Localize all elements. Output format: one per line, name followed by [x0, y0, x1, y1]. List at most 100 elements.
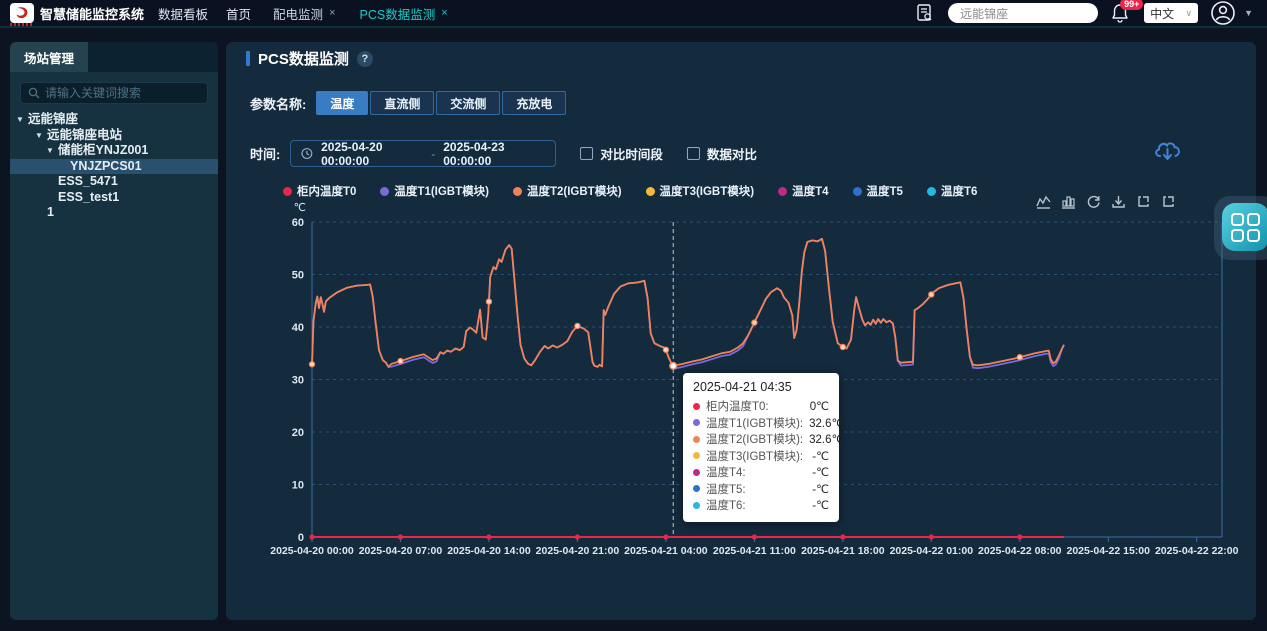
param-tab-交流侧[interactable]: 交流侧	[436, 91, 500, 115]
station-sidebar: 场站管理 ▼远能锦座▼远能锦座电站▼储能柜YNJZ001YNJZPCS01ESS…	[10, 42, 218, 620]
legend-dot	[778, 187, 787, 196]
time-range-input[interactable]: 2025-04-20 00:00:00 - 2025-04-23 00:00:0…	[290, 140, 556, 167]
param-tab-充放电[interactable]: 充放电	[502, 91, 566, 115]
tree-node-远能锦座[interactable]: ▼远能锦座	[10, 112, 218, 128]
nav-menu-item-1[interactable]: 首页	[226, 4, 251, 23]
tree-node-label: 远能锦座电站	[10, 128, 122, 144]
close-icon[interactable]: ×	[441, 7, 447, 19]
series-value: -℃	[812, 482, 829, 496]
tree-node-label: 储能柜YNJZ001	[10, 143, 148, 159]
tree-node-label: ESS_test1	[10, 190, 119, 206]
legend-item-温度T3(IGBT模块)[interactable]: 温度T3(IGBT模块)	[646, 183, 755, 199]
tooltip-row: 温度T3(IGBT模块):-℃	[693, 448, 829, 465]
close-icon[interactable]: ×	[329, 7, 335, 19]
series-value: -℃	[812, 465, 829, 479]
series-value: 32.6℃	[809, 432, 844, 446]
svg-text:0: 0	[298, 532, 304, 544]
checkbox-group: 对比时间段 数据对比	[556, 144, 757, 163]
series-dot	[693, 436, 700, 443]
chart-legend: 柜内温度T0 温度T1(IGBT模块) 温度T2(IGBT模块) 温度T3(IGBT模…	[283, 183, 977, 199]
legend-item-温度T5[interactable]: 温度T5	[853, 183, 903, 199]
nav-tabs: 配电监测× PCS数据监测 ×	[273, 4, 448, 23]
tab-station-management[interactable]: 场站管理	[10, 42, 88, 72]
sidebar-search-input[interactable]	[45, 86, 200, 100]
series-value: 0℃	[810, 399, 829, 413]
tree-expand-icon[interactable]: ▼	[46, 143, 54, 159]
tree-node-ESS_test1[interactable]: ESS_test1	[10, 190, 218, 206]
tooltip-row: 温度T6:-℃	[693, 497, 829, 514]
svg-text:2025-04-20 07:00: 2025-04-20 07:00	[359, 545, 443, 557]
param-tab-温度[interactable]: 温度	[316, 91, 368, 115]
checkbox-数据对比[interactable]: 数据对比	[687, 144, 757, 163]
chart-tooltip: 2025-04-21 04:35 柜内温度T0:0℃温度T1(IGBT模块):3…	[683, 373, 839, 522]
nav-menu-item-0[interactable]: 数据看板	[158, 4, 208, 23]
legend-item-温度T6[interactable]: 温度T6	[927, 183, 977, 199]
series-name: 温度T6:	[706, 497, 746, 513]
legend-item-温度T4[interactable]: 温度T4	[778, 183, 828, 199]
param-tab-直流侧[interactable]: 直流侧	[370, 91, 434, 115]
nav-menu: 数据看板首页	[158, 4, 251, 23]
param-tab-group: 温度直流侧交流侧充放电	[316, 91, 566, 115]
station-search-input[interactable]	[948, 3, 1098, 23]
series-dot	[693, 403, 700, 410]
nav-tab-1[interactable]: PCS数据监测 ×	[360, 4, 448, 23]
tooltip-row: 温度T2(IGBT模块):32.6℃	[693, 431, 829, 448]
checkbox-对比时间段[interactable]: 对比时间段	[580, 144, 663, 163]
checkbox-box[interactable]	[687, 147, 700, 160]
tooltip-row: 柜内温度T0: 0℃	[693, 398, 829, 415]
legend-item-柜内温度T0[interactable]: 柜内温度T0	[283, 183, 356, 199]
floating-quick-menu-button[interactable]	[1222, 203, 1267, 251]
app-logo	[10, 3, 34, 23]
tree-node-ESS_5471[interactable]: ESS_5471	[10, 174, 218, 190]
logo-swoosh-icon	[13, 5, 31, 21]
chevron-down-icon: ∨	[1185, 8, 1192, 19]
export-download-button[interactable]	[1150, 134, 1190, 170]
svg-text:2025-04-22 22:00: 2025-04-22 22:00	[1155, 545, 1239, 557]
tree-node-远能锦座电站[interactable]: ▼远能锦座电站	[10, 128, 218, 144]
param-label: 参数名称:	[250, 94, 306, 113]
series-value: 32.6℃	[809, 416, 844, 430]
series-name: 柜内温度T0:	[706, 398, 769, 414]
tree-node-1[interactable]: 1	[10, 205, 218, 221]
avatar[interactable]	[1210, 0, 1236, 26]
app-grid-icon	[1231, 213, 1260, 242]
sidebar-search	[20, 82, 208, 104]
series-name: 温度T2(IGBT模块):	[706, 431, 803, 447]
time-label: 时间:	[250, 144, 280, 163]
tree-expand-icon[interactable]: ▼	[16, 112, 24, 128]
checkbox-box[interactable]	[580, 147, 593, 160]
tree-node-储能柜YNJZ001[interactable]: ▼储能柜YNJZ001	[10, 143, 218, 159]
tree-node-YNJZPCS01[interactable]: YNJZPCS01	[10, 159, 218, 175]
search-icon	[28, 87, 40, 99]
language-select[interactable]: 中文 ∨	[1144, 3, 1198, 23]
svg-text:2025-04-22 15:00: 2025-04-22 15:00	[1067, 545, 1151, 557]
svg-text:2025-04-22 01:00: 2025-04-22 01:00	[890, 545, 974, 557]
title-accent-bar	[246, 51, 250, 66]
series-dot	[693, 469, 700, 476]
tree-node-label: YNJZPCS01	[10, 159, 142, 175]
tooltip-row: 温度T1(IGBT模块):32.6℃	[693, 415, 829, 432]
legend-label: 柜内温度T0	[297, 183, 356, 199]
notification-bell[interactable]: 99+	[1110, 2, 1132, 24]
help-icon[interactable]: ?	[357, 51, 373, 67]
page-title-row: PCS数据监测 ?	[246, 48, 373, 69]
notification-badge: 99+	[1120, 0, 1143, 10]
tooltip-rows: 柜内温度T0: 0℃ 温度T1(IGBT模块):32.6℃温度T2(IGBT模块):…	[693, 398, 829, 514]
series-dot	[693, 502, 700, 509]
legend-dot	[853, 187, 862, 196]
legend-item-温度T2(IGBT模块)[interactable]: 温度T2(IGBT模块)	[513, 183, 622, 199]
cloud-download-icon	[1150, 134, 1186, 166]
user-menu-caret-icon[interactable]: ▼	[1244, 8, 1253, 18]
report-icon[interactable]	[914, 2, 936, 24]
nav-tab-label: PCS数据监测	[360, 4, 436, 23]
legend-dot	[927, 187, 936, 196]
tree-node-label: ESS_5471	[10, 174, 118, 190]
legend-label: 温度T5	[867, 183, 903, 199]
tree-expand-icon[interactable]: ▼	[35, 128, 43, 144]
legend-item-温度T1(IGBT模块)[interactable]: 温度T1(IGBT模块)	[380, 183, 489, 199]
nav-tab-0[interactable]: 配电监测×	[273, 4, 335, 23]
navbar-right: 99+ 中文 ∨ ▼	[914, 0, 1267, 26]
station-tree: ▼远能锦座▼远能锦座电站▼储能柜YNJZ001YNJZPCS01ESS_5471…	[10, 112, 218, 221]
svg-text:50: 50	[292, 270, 304, 282]
svg-text:2025-04-21 11:00: 2025-04-21 11:00	[713, 545, 796, 557]
